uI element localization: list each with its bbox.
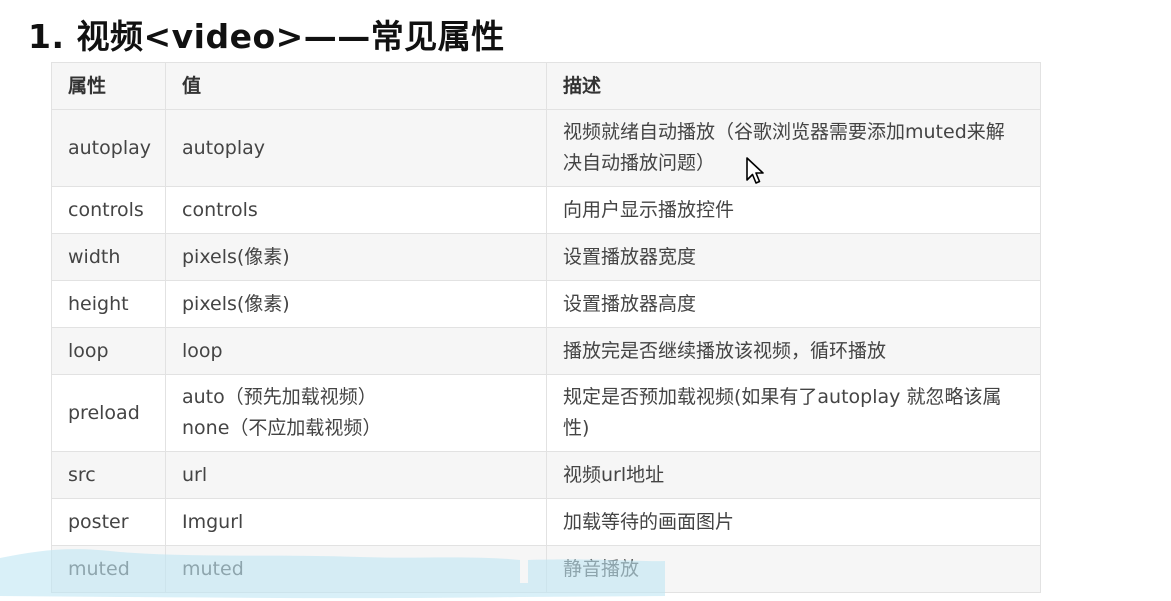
description-line: 加载等待的画面图片 (563, 510, 735, 533)
table-row: width pixels(像素) 设置播放器宽度 (51, 233, 1041, 281)
description-line: 性) (563, 417, 590, 439)
table-row: loop loop 播放完是否继续播放该视频，循环播放 (51, 327, 1041, 375)
attribute-cell: width (51, 233, 166, 281)
value-cell: pixels(像素) (165, 280, 547, 328)
attribute-cell: src (51, 451, 166, 499)
value-cell: muted (165, 545, 547, 593)
value-cell: controls (165, 186, 547, 234)
description-line: 向用户显示播放控件 (563, 198, 735, 221)
value-cell: pixels(像素) (165, 233, 547, 281)
description-line: 设置播放器宽度 (563, 245, 697, 268)
value-line: autoplay (182, 136, 265, 159)
value-line: pixels(像素) (182, 292, 290, 315)
attribute-cell: controls (51, 186, 166, 234)
table-row: poster Imgurl 加载等待的画面图片 (51, 498, 1041, 546)
description-cell: 播放完是否继续播放该视频，循环播放 (546, 327, 1041, 375)
description-line: 规定是否预加载视频(如果有了autoplay 就忽略该属 (563, 386, 1002, 408)
value-line: controls (182, 198, 258, 221)
value-line: loop (182, 339, 223, 362)
description-line: 静音播放 (563, 557, 640, 580)
description-line: 决自动播放问题） (563, 152, 716, 174)
value-line: Imgurl (182, 510, 244, 533)
table-row: preload auto（预先加载视频） none（不应加载视频） 规定是否预加… (51, 374, 1041, 452)
value-line: auto（预先加载视频） (182, 386, 377, 408)
attribute-cell: poster (51, 498, 166, 546)
table-row: muted muted 静音播放 (51, 545, 1041, 593)
value-cell: url (165, 451, 547, 499)
description-line: 视频就绪自动播放（谷歌浏览器需要添加muted来解 (563, 121, 1005, 143)
table-row: src url 视频url地址 (51, 451, 1041, 499)
value-line: muted (182, 557, 244, 580)
column-header-description: 描述 (546, 62, 1041, 110)
value-cell: autoplay (165, 109, 547, 187)
table-row: autoplay autoplay 视频就绪自动播放（谷歌浏览器需要添加mute… (51, 109, 1041, 187)
description-line: 播放完是否继续播放该视频，循环播放 (563, 339, 887, 362)
value-cell: auto（预先加载视频） none（不应加载视频） (165, 374, 547, 452)
description-cell: 设置播放器高度 (546, 280, 1041, 328)
attribute-cell: preload (51, 374, 166, 452)
table-row: height pixels(像素) 设置播放器高度 (51, 280, 1041, 328)
description-line: 视频url地址 (563, 463, 665, 486)
description-cell: 加载等待的画面图片 (546, 498, 1041, 546)
table-header-row: 属性 值 描述 (51, 62, 1041, 110)
page-title: 1. 视频<video>——常见属性 (28, 17, 505, 56)
description-cell: 视频url地址 (546, 451, 1041, 499)
attribute-cell: height (51, 280, 166, 328)
value-line: url (182, 463, 208, 486)
description-cell: 静音播放 (546, 545, 1041, 593)
attribute-cell: autoplay (51, 109, 166, 187)
column-header-value: 值 (165, 62, 547, 110)
description-line: 设置播放器高度 (563, 292, 697, 315)
description-cell: 规定是否预加载视频(如果有了autoplay 就忽略该属 性) (546, 374, 1041, 452)
attribute-cell: muted (51, 545, 166, 593)
value-cell: Imgurl (165, 498, 547, 546)
value-line: pixels(像素) (182, 245, 290, 268)
mouse-pointer-icon (746, 157, 764, 184)
table-row: controls controls 向用户显示播放控件 (51, 186, 1041, 234)
description-cell: 设置播放器宽度 (546, 233, 1041, 281)
attribute-cell: loop (51, 327, 166, 375)
attributes-table: 属性 值 描述 autoplay autoplay 视频就绪自动播放（谷歌浏览器… (51, 62, 1041, 593)
description-cell: 视频就绪自动播放（谷歌浏览器需要添加muted来解 决自动播放问题） (546, 109, 1041, 187)
column-header-attribute: 属性 (51, 62, 166, 110)
value-cell: loop (165, 327, 547, 375)
description-cell: 向用户显示播放控件 (546, 186, 1041, 234)
value-line: none（不应加载视频） (182, 417, 382, 439)
